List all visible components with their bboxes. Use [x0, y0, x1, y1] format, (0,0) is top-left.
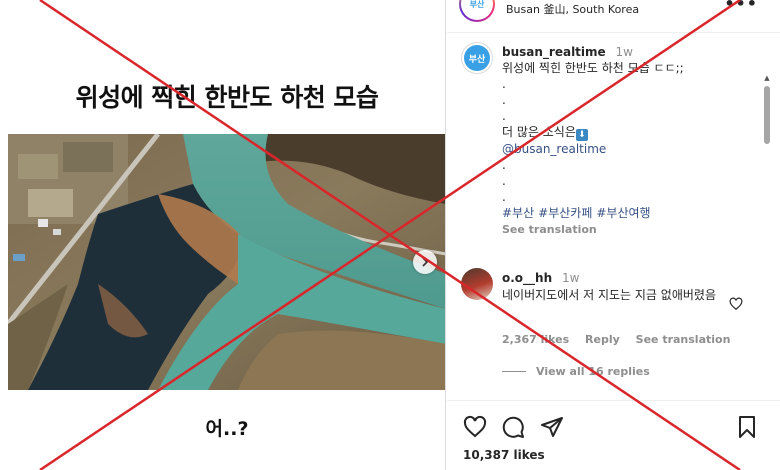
comment-time: 1w: [561, 271, 580, 285]
comment: o.o__hh 1w 네이버지도에서 저 지도는 지금 없애버렸음: [502, 270, 727, 304]
post-side-panel: 부산 Busan 釜山, South Korea ••• 부산 busan_re…: [447, 0, 780, 470]
post-media: 위성에 찍힌 한반도 하천 모습 어..?: [8, 0, 446, 470]
view-replies-button[interactable]: View all 16 replies: [502, 365, 650, 378]
location-avatar-text: 부산: [469, 0, 485, 9]
comments-section[interactable]: 부산 busan_realtime 1w 위성에 찍힌 한반도 하천 모습 ㄷㄷ…: [447, 34, 780, 396]
hashtag-link[interactable]: #부산: [502, 206, 534, 220]
comment-likes[interactable]: 2,367 likes: [502, 333, 569, 346]
comment-text: 네이버지도에서 저 지도는 지금 없애버렸음: [502, 288, 716, 302]
post-caption: busan_realtime 1w 위성에 찍힌 한반도 하천 모습 ㄷㄷ;; …: [502, 44, 757, 238]
location-avatar-inner: 부산: [461, 0, 493, 20]
heart-icon[interactable]: [463, 415, 487, 439]
author-mention-link[interactable]: @busan_realtime: [502, 141, 757, 157]
bookmark-icon[interactable]: [735, 415, 759, 439]
more-options-icon[interactable]: •••: [724, 0, 758, 13]
media-title: 위성에 찍힌 한반도 하천 모습: [75, 83, 379, 112]
comment-reply-button[interactable]: Reply: [585, 333, 620, 346]
replies-divider: [502, 371, 526, 372]
satellite-river-photo: [8, 134, 445, 390]
author-avatar[interactable]: 부산: [461, 42, 493, 74]
hashtag-link[interactable]: #부산카페: [538, 206, 592, 220]
comment-meta: 2,367 likes Reply See translation: [502, 333, 742, 346]
caption-more-text: 더 많은 소식은: [502, 125, 576, 139]
post-header: 부산 Busan 釜山, South Korea •••: [447, 0, 780, 33]
down-arrow-emoji-icon: ⬇: [575, 129, 588, 141]
hashtag-list: #부산 #부산카페 #부산여행: [502, 205, 757, 221]
caption-time: 1w: [615, 45, 633, 59]
comments-scrollbar[interactable]: ▲ ▼: [763, 74, 771, 396]
caption-dot: .: [502, 174, 506, 188]
commenter-username[interactable]: o.o__hh: [502, 271, 552, 285]
post-actions: 10,387 likes: [447, 400, 780, 470]
post-likes-count[interactable]: 10,387 likes: [463, 448, 545, 462]
caption-dot: .: [502, 77, 506, 91]
comment-see-translation[interactable]: See translation: [636, 333, 731, 346]
view-replies-label: View all 16 replies: [536, 365, 650, 378]
caption-dot: .: [502, 93, 506, 107]
author-avatar-text: 부산: [464, 45, 490, 71]
instagram-post: 위성에 찍힌 한반도 하천 모습 어..? 부산 Busan 釜山, South…: [0, 0, 780, 470]
caption-dot: .: [502, 190, 506, 204]
commenter-avatar[interactable]: [461, 268, 493, 300]
location-avatar[interactable]: 부산: [459, 0, 495, 22]
media-caption: 어..?: [205, 418, 249, 440]
scroll-up-arrow-icon[interactable]: ▲: [763, 74, 771, 82]
caption-dot: .: [502, 158, 506, 172]
chevron-right-icon: [422, 257, 429, 267]
caption-see-translation[interactable]: See translation: [502, 222, 757, 238]
next-slide-button[interactable]: [413, 250, 437, 274]
caption-dot: .: [502, 109, 506, 123]
caption-more-line: 더 많은 소식은 ⬇: [502, 124, 757, 141]
comment-icon[interactable]: [501, 415, 525, 439]
comment-like-heart-icon[interactable]: [729, 297, 743, 311]
hashtag-link[interactable]: #부산여행: [596, 206, 650, 220]
share-icon[interactable]: [540, 415, 564, 439]
author-username[interactable]: busan_realtime: [502, 45, 606, 59]
location-link[interactable]: Busan 釜山, South Korea: [506, 1, 639, 17]
scroll-thumb[interactable]: [764, 86, 770, 144]
caption-first-line: 위성에 찍힌 한반도 하천 모습 ㄷㄷ;;: [502, 61, 684, 75]
